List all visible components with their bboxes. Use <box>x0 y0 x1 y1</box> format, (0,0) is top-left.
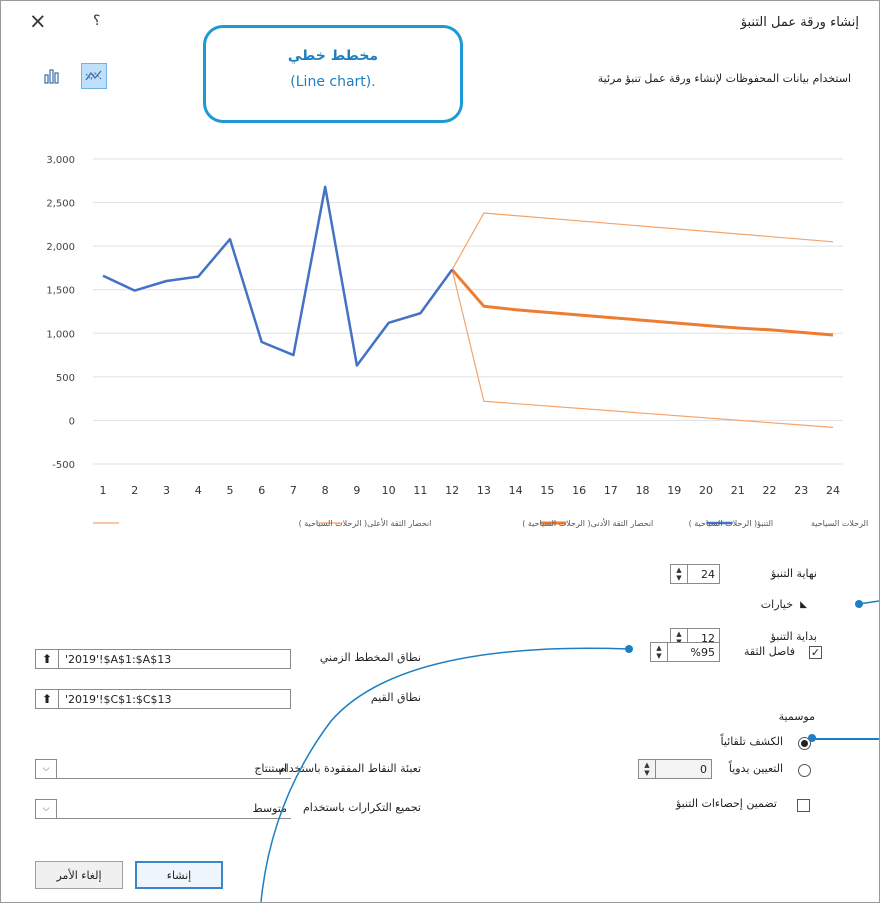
legend-label: التنبؤ( الرحلات السياحية ) <box>689 519 774 528</box>
x-tick-label: 15 <box>540 484 554 497</box>
spinner-arrows-icon[interactable]: ▲▼ <box>651 643 668 661</box>
legend-label: الرحلات السياحية <box>811 519 868 528</box>
x-tick-label: 5 <box>226 484 233 497</box>
options-label[interactable]: خيارات <box>761 598 793 611</box>
y-tick-label: 2,500 <box>46 199 75 210</box>
confidence-checkbox[interactable]: ✓ <box>809 646 822 659</box>
check-icon: ✓ <box>810 646 821 659</box>
series-line <box>451 269 834 428</box>
annotation-line <box>858 600 879 605</box>
x-tick-label: 14 <box>509 484 523 497</box>
forecast-start-label: بداية التنبؤ <box>770 630 817 643</box>
x-tick-label: 19 <box>667 484 681 497</box>
include-stats-label: تضمين إحصاءات التنبؤ <box>675 797 777 810</box>
callout-title: مخطط خطي <box>287 48 379 64</box>
dialog-subtitle: استخدام بيانات المحفوظات لإنشاء ورقة عمل… <box>597 72 851 85</box>
x-tick-label: 24 <box>826 484 840 497</box>
annotation-curve <box>260 647 630 902</box>
confidence-label: فاصل الثقة <box>744 645 795 658</box>
line-chart-callout: مخطط خطي (Line chart). <box>203 25 463 123</box>
values-range-value[interactable]: '2019'!$C$1:$C$13 <box>59 693 290 706</box>
x-tick-label: 8 <box>322 484 329 497</box>
y-tick-label: 0 <box>69 416 75 427</box>
chevron-down-icon[interactable]: ⌵ <box>35 799 57 819</box>
x-tick-label: 11 <box>413 484 427 497</box>
cancel-button[interactable]: إلغاء الأمر <box>35 861 123 889</box>
chevron-down-icon[interactable]: ⌵ <box>35 759 57 779</box>
spinner-arrows-icon[interactable]: ▲▼ <box>671 565 688 583</box>
series-line <box>451 212 834 270</box>
forecast-dialog: إنشاء ورقة عمل التنبؤ × ؟ مخطط خطي (Line… <box>0 0 880 903</box>
x-tick-label: 1 <box>100 484 107 497</box>
column-chart-icon[interactable] <box>39 63 65 89</box>
auto-detect-label: الكشف تلقائياً <box>720 735 783 748</box>
y-tick-label: -500 <box>52 460 75 471</box>
create-button[interactable]: إنشاء <box>135 861 223 889</box>
x-tick-label: 20 <box>699 484 713 497</box>
x-tick-label: 16 <box>572 484 586 497</box>
callout-connector <box>812 738 879 740</box>
aggregate-select[interactable]: ⌵ متوسط <box>35 799 291 819</box>
manual-label: التعيين يدوياً <box>728 762 783 775</box>
aggregate-value[interactable]: متوسط <box>57 799 291 819</box>
fill-missing-label: تعبئة النقاط المفقودة باستخدام <box>278 762 421 775</box>
annotation-dot <box>855 600 863 608</box>
range-select-icon[interactable]: ⬆ <box>36 690 59 708</box>
callout-subtitle: (Line chart). <box>290 74 376 90</box>
forecast-line-chart: 3,0002,5002,0001,5001,0005000-5001 2 3 4 5 6 7… <box>46 155 868 528</box>
fill-missing-select[interactable]: ⌵ استنتاج <box>35 759 291 779</box>
forecast-end-spinner[interactable]: ▲ ▼ 24 <box>670 564 720 584</box>
x-tick-label: 13 <box>477 484 491 497</box>
callout-dot <box>808 734 816 742</box>
manual-seasonality-spinner[interactable]: ▲ ▼ 0 <box>638 759 712 779</box>
aggregate-label: تجميع التكرارات باستخدام <box>302 801 421 814</box>
legend-label: انحصار الثقة الأدنى( الرحلات السياحية ) <box>522 518 653 528</box>
y-tick-label: 2,000 <box>46 242 75 253</box>
x-tick-label: 22 <box>763 484 777 497</box>
y-tick-label: 1,000 <box>46 329 75 340</box>
options-expander-icon[interactable]: ◣ <box>800 600 807 610</box>
x-tick-label: 23 <box>794 484 808 497</box>
x-tick-label: 12 <box>445 484 459 497</box>
fill-missing-value[interactable]: استنتاج <box>57 759 291 779</box>
seasonality-label: موسمية <box>778 710 815 723</box>
confidence-value[interactable]: %95 <box>668 646 719 659</box>
x-tick-label: 3 <box>163 484 170 497</box>
x-tick-label: 2 <box>131 484 138 497</box>
x-tick-label: 9 <box>353 484 360 497</box>
x-tick-label: 4 <box>195 484 202 497</box>
x-tick-label: 18 <box>636 484 650 497</box>
x-tick-label: 6 <box>258 484 265 497</box>
timeline-range-input[interactable]: ⬆ '2019'!$A$1:$A$13 <box>35 649 291 669</box>
values-range-label: نطاق القيم <box>370 691 421 704</box>
x-tick-label: 10 <box>382 484 396 497</box>
legend-label: انحصار الثقة الأعلى( الرحلات السياحية ) <box>299 518 432 528</box>
manual-radio[interactable] <box>798 764 811 777</box>
values-range-input[interactable]: ⬆ '2019'!$C$1:$C$13 <box>35 689 291 709</box>
include-stats-checkbox[interactable] <box>797 799 810 812</box>
x-tick-label: 21 <box>731 484 745 497</box>
confidence-spinner[interactable]: ▲ ▼ %95 <box>650 642 720 662</box>
forecast-end-label: نهاية التنبؤ <box>771 567 817 580</box>
y-tick-label: 1,500 <box>46 286 75 297</box>
timeline-range-value[interactable]: '2019'!$A$1:$A$13 <box>59 653 290 666</box>
range-select-icon[interactable]: ⬆ <box>36 650 59 668</box>
timeline-range-label: نطاق المخطط الزمني <box>319 651 421 664</box>
y-tick-label: 500 <box>56 373 75 384</box>
help-icon[interactable]: ؟ <box>93 13 100 29</box>
series-line <box>450 268 834 337</box>
line-chart-icon[interactable] <box>81 63 107 89</box>
annotation-dot <box>625 645 633 653</box>
spinner-arrows-icon[interactable]: ▲▼ <box>639 760 656 778</box>
x-tick-label: 17 <box>604 484 618 497</box>
manual-value[interactable]: 0 <box>656 763 711 776</box>
forecast-end-value[interactable]: 24 <box>688 568 719 581</box>
x-tick-label: 7 <box>290 484 297 497</box>
dialog-title: إنشاء ورقة عمل التنبؤ <box>740 15 859 30</box>
y-tick-label: 3,000 <box>46 155 75 166</box>
close-icon[interactable]: × <box>29 9 47 33</box>
series-line <box>102 185 454 367</box>
